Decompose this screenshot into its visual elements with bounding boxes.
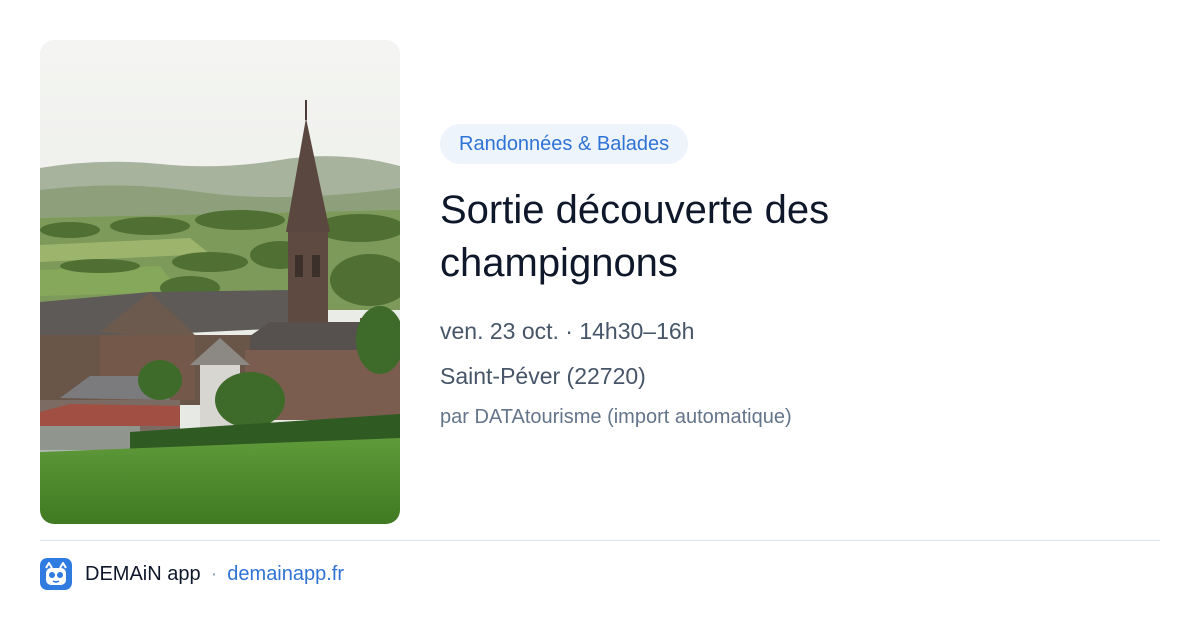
- event-datetime: ven. 23 oct. · 14h30–16h: [440, 318, 695, 344]
- demain-app-logo-icon: [40, 558, 72, 590]
- category-badge[interactable]: Randonnées & Balades: [440, 124, 689, 164]
- footer-separator: ·: [210, 562, 218, 585]
- app-name: DEMAiN app: [85, 562, 201, 585]
- event-title: Sortie découverte des champignons: [440, 188, 830, 285]
- app-website-link[interactable]: demainapp.fr: [227, 563, 344, 586]
- event-location: Saint-Péver (22720): [440, 363, 646, 389]
- footer: DEMAiN app · demainapp.fr: [40, 558, 344, 590]
- footer-divider: [40, 540, 1160, 541]
- event-photo: [40, 40, 400, 524]
- event-author: par DATAtourisme (import automatique): [440, 406, 792, 428]
- event-details: Randonnées & Balades Sortie découverte d…: [440, 124, 1160, 431]
